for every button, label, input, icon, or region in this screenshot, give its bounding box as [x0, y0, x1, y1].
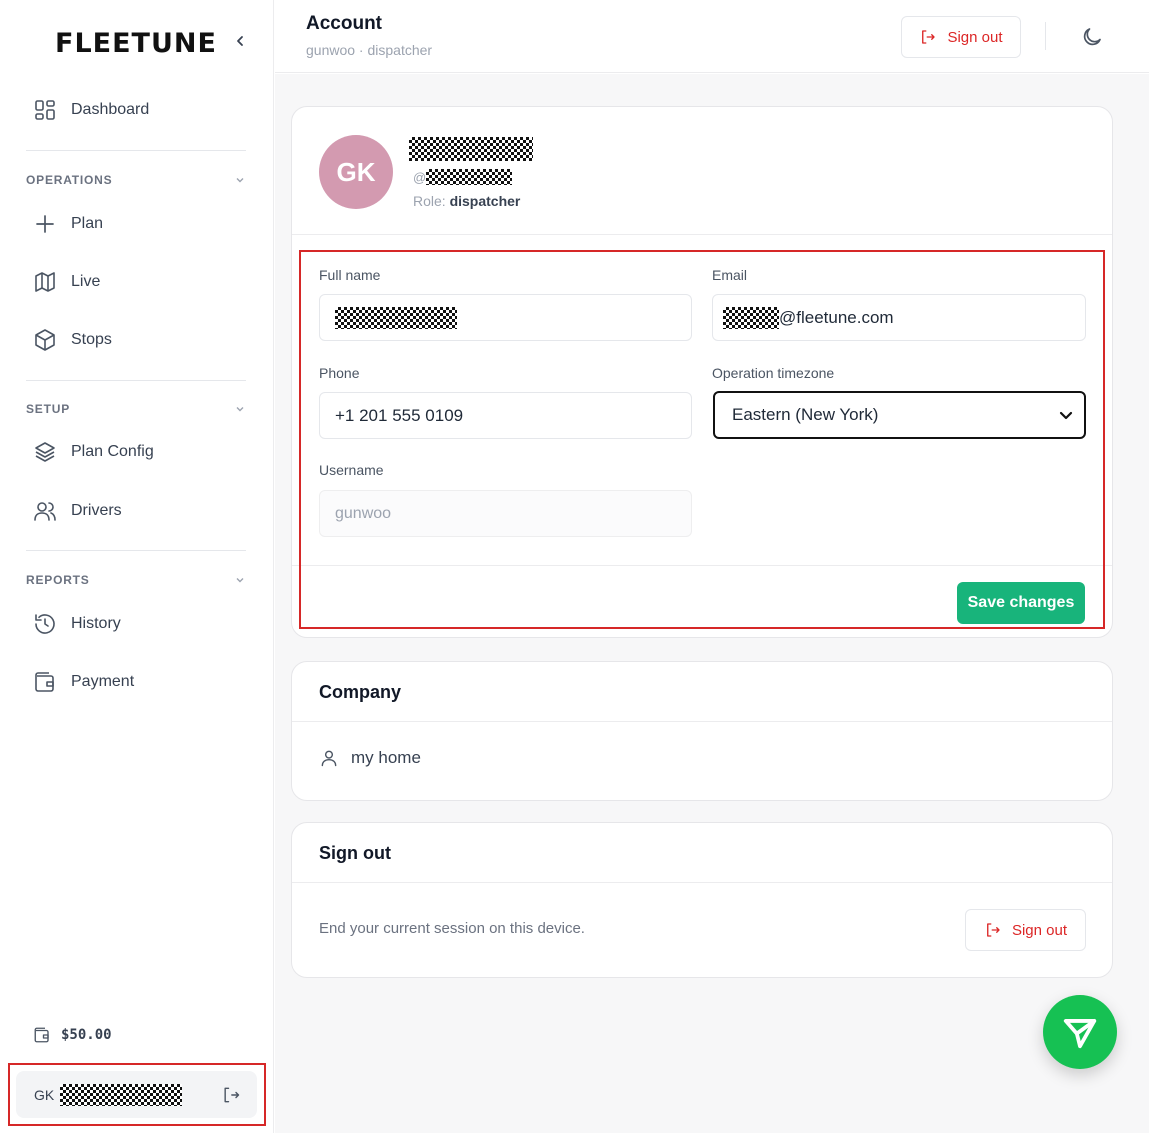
avatar: GK	[319, 135, 393, 209]
sidebar-divider	[26, 550, 246, 551]
user-initials: GK	[34, 1086, 55, 1103]
role-label: Role:	[413, 193, 446, 209]
username-field: gunwoo	[319, 490, 692, 537]
plus-icon	[36, 215, 54, 233]
moon-icon[interactable]	[1080, 25, 1104, 49]
card-signout-button[interactable]: Sign out	[965, 909, 1086, 951]
phone-value: +1 201 555 0109	[335, 405, 464, 425]
sidebar-item-label: History	[71, 615, 121, 632]
user-name-redacted	[60, 1083, 183, 1106]
users-icon	[34, 502, 56, 521]
wallet-icon	[34, 1027, 49, 1043]
handle-redacted	[426, 169, 513, 185]
card-divider	[292, 721, 1112, 722]
sidebar-divider	[26, 380, 246, 381]
profile-role: Role: dispatcher	[413, 193, 520, 209]
section-setup[interactable]: SETUP	[26, 402, 246, 416]
full-name-label: Full name	[319, 267, 381, 283]
main-content: GK @ Role: dispatcher Full name Email @f…	[275, 74, 1149, 1133]
signout-label: Sign out	[1011, 921, 1068, 939]
section-reports[interactable]: REPORTS	[26, 573, 246, 587]
section-label: SETUP	[26, 402, 71, 416]
company-title: Company	[319, 682, 402, 702]
sidebar-item-dashboard[interactable]: Dashboard	[33, 96, 149, 124]
profile-summary: GK @ Role: dispatcher	[292, 107, 1112, 235]
logout-icon	[987, 923, 1000, 937]
layers-icon	[35, 442, 55, 462]
header-divider	[1045, 22, 1046, 50]
phone-label: Phone	[319, 365, 360, 381]
section-label: OPERATIONS	[26, 173, 113, 187]
map-icon	[35, 272, 55, 292]
page-subtitle: gunwoo · dispatcher	[306, 42, 433, 58]
signout-card: Sign out End your current session on thi…	[291, 822, 1113, 978]
chevron-down-icon	[236, 578, 244, 583]
full-name-redacted	[335, 306, 457, 329]
top-header: Account gunwoo · dispatcher Sign out	[275, 0, 1149, 73]
company-name: my home	[351, 748, 421, 767]
sidebar: FLEETUNE Dashboard OPERATIONS Plan Live …	[0, 0, 274, 1133]
company-card: Company my home	[291, 661, 1113, 801]
send-fab[interactable]	[1043, 995, 1117, 1069]
username-label: Username	[319, 462, 384, 478]
sidebar-item-label: Dashboard	[71, 101, 150, 118]
sidebar-divider	[26, 150, 246, 151]
wallet-icon	[35, 672, 54, 692]
sidebar-user[interactable]: GK	[16, 1071, 257, 1118]
card-divider	[292, 882, 1112, 883]
sidebar-item-drivers[interactable]: Drivers	[33, 497, 122, 525]
header-signout-button[interactable]: Sign out	[901, 16, 1021, 58]
box-icon	[35, 329, 55, 351]
sidebar-item-plan[interactable]: Plan	[33, 210, 103, 238]
sidebar-item-label: Payment	[71, 673, 135, 690]
sidebar-item-live[interactable]: Live	[33, 268, 100, 296]
section-operations[interactable]: OPERATIONS	[26, 173, 246, 187]
phone-field[interactable]: +1 201 555 0109	[319, 392, 692, 439]
logout-icon[interactable]	[221, 1085, 241, 1105]
page-title: Account	[306, 13, 382, 34]
sidebar-item-label: Live	[71, 273, 101, 290]
section-label: REPORTS	[26, 573, 90, 587]
wallet-balance: $50.00	[33, 1026, 112, 1044]
signout-description: End your current session on this device.	[319, 920, 585, 937]
save-changes-button[interactable]: Save changes	[957, 582, 1085, 624]
user-icon	[321, 750, 337, 767]
profile-card: GK @ Role: dispatcher Full name Email @f…	[291, 106, 1113, 638]
brand-logo[interactable]: FLEETUNE	[55, 28, 217, 59]
chevron-down-icon	[236, 407, 244, 412]
timezone-select[interactable]: Eastern (New York)	[713, 391, 1086, 439]
email-field[interactable]: @fleetune.com	[712, 294, 1086, 341]
full-name-field[interactable]	[319, 294, 692, 341]
email-label: Email	[712, 267, 748, 283]
sidebar-item-plan-config[interactable]: Plan Config	[33, 438, 154, 466]
sidebar-item-label: Stops	[71, 331, 112, 348]
username-value: gunwoo	[335, 504, 392, 522]
signout-card-title: Sign out	[319, 843, 391, 863]
timezone-value: Eastern (New York)	[732, 405, 879, 424]
send-icon	[1063, 1019, 1097, 1049]
sidebar-item-label: Drivers	[71, 502, 122, 519]
sidebar-item-label: Plan Config	[71, 443, 154, 460]
sidebar-item-history[interactable]: History	[33, 610, 121, 638]
sidebar-item-label: Plan	[71, 215, 104, 232]
email-local-redacted	[723, 306, 779, 329]
balance-value: $50.00	[61, 1027, 112, 1043]
logout-icon	[922, 30, 936, 44]
profile-handle: @	[413, 169, 513, 185]
timezone-label: Operation timezone	[712, 365, 835, 381]
role-value: dispatcher	[449, 193, 521, 209]
dashboard-icon	[35, 100, 55, 120]
profile-name-redacted	[409, 137, 533, 161]
signout-label: Sign out	[947, 28, 1003, 46]
email-domain: @fleetune.com	[779, 307, 894, 327]
sidebar-item-payment[interactable]: Payment	[33, 668, 134, 696]
sidebar-item-stops[interactable]: Stops	[33, 326, 112, 354]
collapse-sidebar-icon[interactable]	[232, 31, 248, 51]
history-icon	[35, 614, 55, 634]
form-footer-divider	[292, 565, 1112, 566]
chevron-down-icon	[236, 178, 244, 183]
company-row: my home	[319, 748, 421, 768]
chevron-down-icon	[1059, 411, 1073, 420]
handle-prefix: @	[413, 169, 427, 185]
